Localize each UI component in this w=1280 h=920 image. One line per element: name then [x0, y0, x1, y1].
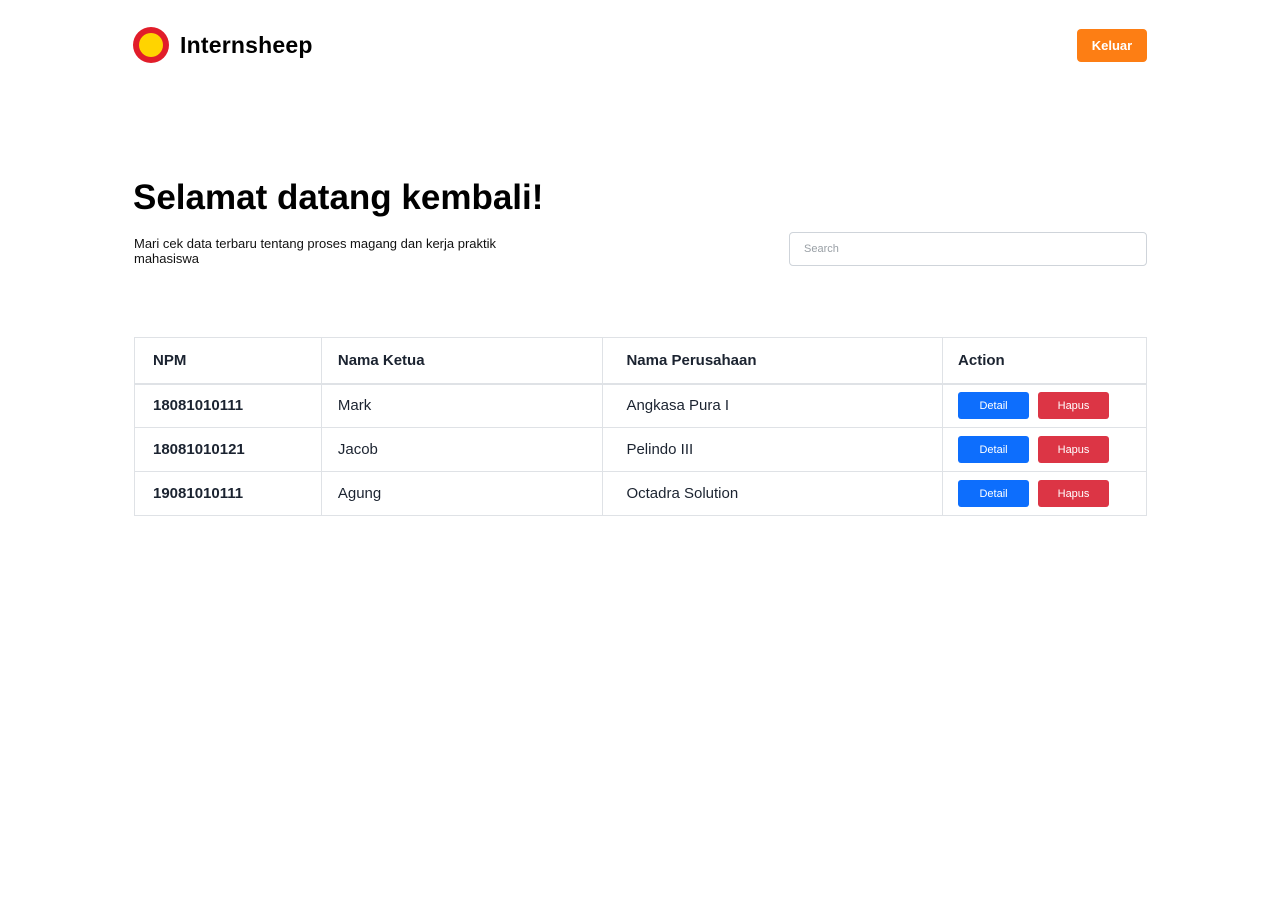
cell-npm: 19081010111 — [134, 471, 322, 516]
cell-company: Angkasa Pura I — [602, 383, 944, 428]
cell-actions: Detail Hapus — [942, 383, 1147, 428]
cell-leader: Agung — [320, 471, 604, 516]
detail-button[interactable]: Detail — [958, 480, 1030, 507]
brand-logo[interactable]: Internsheep — [133, 27, 313, 63]
column-header-action: Action — [942, 337, 1147, 385]
column-header-leader: Nama Ketua — [320, 337, 604, 385]
cell-npm: 18081010121 — [134, 427, 322, 472]
column-header-npm: NPM — [134, 337, 322, 385]
table-row: 18081010121 Jacob Pelindo III Detail Hap… — [134, 427, 1147, 472]
delete-button[interactable]: Hapus — [1038, 436, 1110, 463]
cell-npm: 18081010111 — [134, 383, 322, 428]
page-title: Selamat datang kembali! — [133, 178, 544, 217]
logout-button[interactable]: Keluar — [1077, 29, 1147, 62]
cell-actions: Detail Hapus — [942, 427, 1147, 472]
delete-button[interactable]: Hapus — [1038, 480, 1110, 507]
logo-inner-circle — [139, 33, 163, 57]
table-row: 18081010111 Mark Angkasa Pura I Detail H… — [134, 383, 1147, 428]
brand-name: Internsheep — [180, 31, 313, 58]
cell-actions: Detail Hapus — [942, 471, 1147, 516]
column-header-company: Nama Perusahaan — [602, 337, 944, 385]
table-row: 19081010111 Agung Octadra Solution Detai… — [134, 471, 1147, 516]
detail-button[interactable]: Detail — [958, 392, 1030, 420]
sun-logo-icon — [133, 27, 169, 63]
delete-button[interactable]: Hapus — [1038, 392, 1110, 420]
cell-leader: Mark — [320, 383, 604, 428]
page: Internsheep Keluar Selamat datang kembal… — [0, 0, 1280, 920]
detail-button[interactable]: Detail — [958, 436, 1030, 463]
search-input[interactable] — [789, 232, 1147, 266]
page-subtitle: Mari cek data terbaru tentang proses mag… — [134, 236, 497, 266]
internship-table-container: NPM Nama Ketua Nama Perusahaan Action 18… — [134, 337, 1147, 516]
cell-leader: Jacob — [320, 427, 604, 472]
cell-company: Octadra Solution — [602, 471, 944, 516]
table-header-row: NPM Nama Ketua Nama Perusahaan Action — [134, 337, 1147, 385]
internship-table: NPM Nama Ketua Nama Perusahaan Action 18… — [134, 337, 1147, 516]
cell-company: Pelindo III — [602, 427, 944, 472]
